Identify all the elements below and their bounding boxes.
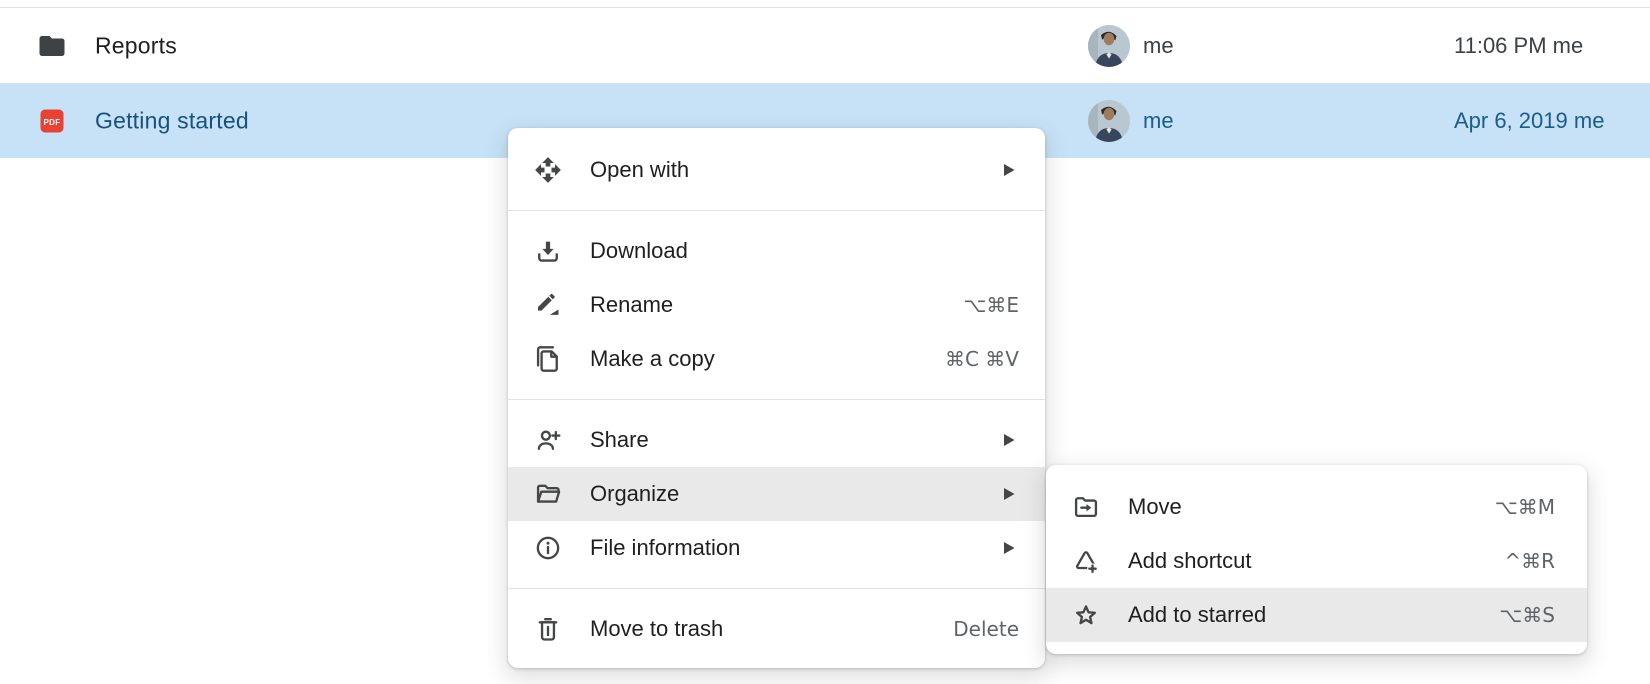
menu-shortcut: ⌥⌘E <box>963 293 1019 317</box>
open-with-icon <box>534 156 562 184</box>
menu-item-make-a-copy[interactable]: Make a copy⌘C ⌘V <box>508 332 1045 386</box>
star-icon <box>1072 601 1100 629</box>
menu-shortcut: ⌘C ⌘V <box>945 347 1019 371</box>
menu-item-label: Open with <box>590 157 1004 183</box>
owner-name: me <box>1143 33 1174 59</box>
menu-item-organize[interactable]: Organize <box>508 467 1045 521</box>
owner-name: me <box>1143 108 1174 134</box>
trash-icon <box>534 615 562 643</box>
file-name: Reports <box>95 32 177 59</box>
menu-item-label: Organize <box>590 481 1004 507</box>
menu-item-label: Make a copy <box>590 346 945 372</box>
folder-open-icon <box>534 480 562 508</box>
folder-icon <box>36 30 68 62</box>
organize-submenu: Move⌥⌘MAdd shortcut^⌘RAdd to starred⌥⌘S <box>1046 465 1587 654</box>
submenu-arrow-icon <box>1004 433 1015 447</box>
owner-avatar <box>1088 25 1130 67</box>
rename-icon <box>534 291 562 319</box>
download-icon <box>534 237 562 265</box>
folder-move-icon <box>1072 493 1100 521</box>
pdf-badge-text: PDF <box>44 118 61 127</box>
menu-item-move-to-trash[interactable]: Move to trashDelete <box>508 602 1045 656</box>
menu-item-open-with[interactable]: Open with <box>508 143 1045 197</box>
menu-item-label: Download <box>590 238 1019 264</box>
submenu-arrow-icon <box>1004 487 1015 501</box>
modified-date: Apr 6, 2019 me <box>1454 108 1604 134</box>
menu-item-label: Rename <box>590 292 963 318</box>
pdf-icon: PDF <box>36 105 68 137</box>
menu-shortcut: ⌥⌘M <box>1495 495 1555 519</box>
menu-item-label: Add to starred <box>1128 602 1499 628</box>
copy-icon <box>534 345 562 373</box>
menu-item-file-information[interactable]: File information <box>508 521 1045 575</box>
menu-item-move[interactable]: Move⌥⌘M <box>1046 480 1587 534</box>
menu-shortcut: ⌥⌘S <box>1499 603 1555 627</box>
menu-item-label: File information <box>590 535 1004 561</box>
file-row-reports[interactable]: Reports me 11:06 PM me <box>0 8 1650 83</box>
menu-item-label: Move <box>1128 494 1495 520</box>
info-icon <box>534 534 562 562</box>
menu-item-rename[interactable]: Rename⌥⌘E <box>508 278 1045 332</box>
add-shortcut-icon <box>1072 547 1100 575</box>
menu-item-label: Add shortcut <box>1128 548 1504 574</box>
menu-item-add-to-starred[interactable]: Add to starred⌥⌘S <box>1046 588 1587 642</box>
person-add-icon <box>534 426 562 454</box>
modified-date: 11:06 PM me <box>1454 33 1583 59</box>
menu-divider <box>508 588 1045 589</box>
menu-shortcut: ^⌘R <box>1504 549 1555 573</box>
menu-divider <box>508 399 1045 400</box>
menu-item-add-shortcut[interactable]: Add shortcut^⌘R <box>1046 534 1587 588</box>
submenu-arrow-icon <box>1004 541 1015 555</box>
menu-item-label: Move to trash <box>590 616 953 642</box>
menu-item-label: Share <box>590 427 1004 453</box>
drive-file-list-page: Reports me 11:06 PM me PDF Getting started me… <box>0 0 1650 684</box>
file-name: Getting started <box>95 108 249 135</box>
menu-item-download[interactable]: Download <box>508 224 1045 278</box>
context-menu: Open withDownloadRename⌥⌘EMake a copy⌘C … <box>508 128 1045 668</box>
menu-divider <box>508 210 1045 211</box>
menu-item-share[interactable]: Share <box>508 413 1045 467</box>
owner-avatar <box>1088 100 1130 142</box>
submenu-arrow-icon <box>1004 163 1015 177</box>
menu-shortcut: Delete <box>953 617 1019 641</box>
